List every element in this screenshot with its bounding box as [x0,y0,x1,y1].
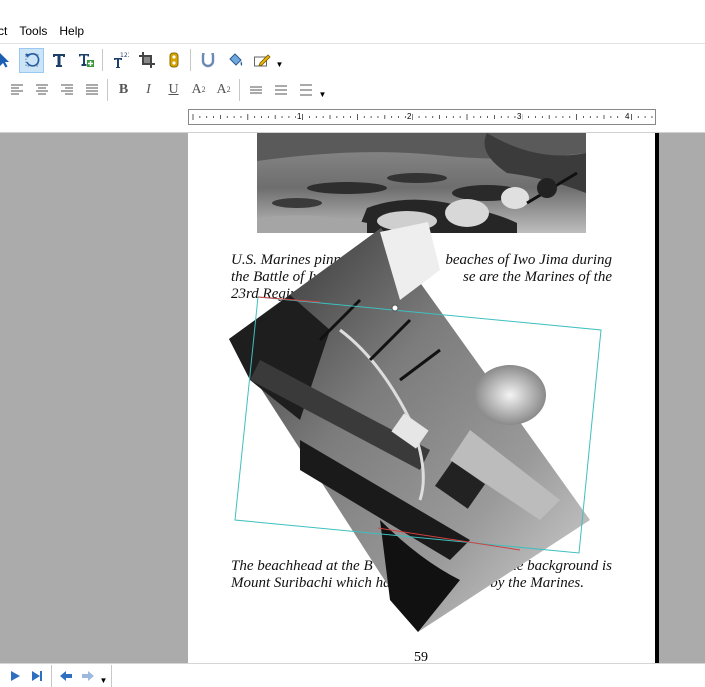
caption-top-line-1-end: beaches of Iwo Jima during [445,252,612,268]
caption-top-line-2-start: the Battle of Iw [231,269,324,285]
caption-bottom-line-1: The beachhead at the B the background is [231,558,612,575]
align-center-button[interactable] [29,79,54,101]
italic-label: I [146,81,151,97]
ruler-ticks [192,114,653,120]
align-left-button[interactable] [4,79,29,101]
page-shadow-edge [655,133,659,663]
line-spacing-double-button[interactable] [293,79,318,101]
rotate-tool-icon [24,53,39,67]
skip-last-icon [32,670,42,681]
toolbar-overflow-dropdown[interactable]: ▼ [275,51,284,69]
link-tool-icon [169,52,178,68]
magnet-tool-button[interactable] [195,48,220,73]
ruler-label-3: 3 [516,111,523,123]
line-spacing-double-icon [299,84,312,95]
format-toolbar: B I U A2 A2 ▼ [0,76,705,103]
underline-label: U [168,81,179,97]
history-back-button[interactable] [55,665,77,687]
justify-button[interactable] [79,79,104,101]
pencil-tool-button[interactable] [249,48,274,73]
menu-item-select[interactable]: ct [0,19,13,43]
toolbar-separator [102,49,103,71]
align-center-icon [35,84,48,94]
subscript-mark: 2 [226,85,231,94]
bold-label: B [118,81,129,97]
bold-button[interactable]: B [111,79,136,101]
caption-bottom[interactable]: The beachhead at the B the background is… [231,558,612,592]
status-bar: ▼ [0,663,705,687]
subscript-label: A [216,81,227,97]
caption-top-line-2: the Battle of Iw se are the Marines of t… [231,269,612,286]
toolbar-separator [107,78,108,101]
arrow-right-icon [82,670,94,681]
ruler-label-4: 4 [624,111,631,123]
caption-top-line-1: U.S. Marines pinned beaches of Iwo Jima … [231,252,612,269]
pencil-tool-icon [253,54,271,67]
play-next-icon [11,670,20,681]
caption-top[interactable]: U.S. Marines pinned beaches of Iwo Jima … [231,252,612,303]
caption-bottom-line-1-end: the background is [505,558,612,574]
line-spacing-medium-button[interactable] [268,79,293,101]
history-forward-button[interactable] [77,665,99,687]
superscript-mark: 2 [201,85,206,94]
line-spacing-single-icon [249,86,262,93]
ruler-label-2: 2 [406,111,413,123]
statusbar-separator [51,664,52,687]
caption-top-line-1-start: U.S. Marines pinned [231,252,356,268]
caption-bottom-line-1-start: The beachhead at the B [231,558,373,574]
underline-button[interactable]: U [161,79,186,101]
horizontal-ruler[interactable]: 1 2 3 4 [188,109,656,125]
format-overflow-dropdown[interactable]: ▼ [318,81,327,99]
line-spacing-medium-icon [274,85,287,94]
crop-tool-icon [138,52,155,68]
toolbar-separator [190,49,191,71]
insert-text-box-button[interactable] [73,48,98,73]
select-pointer-button[interactable] [0,48,17,73]
subscript-button[interactable]: A2 [211,79,236,101]
text-tool-icon [52,54,65,67]
rotate-tool-button[interactable] [19,47,44,73]
justify-icon [85,84,98,94]
align-right-button[interactable] [54,79,79,101]
title-bar [0,0,705,19]
ruler-label-1: 1 [296,111,303,123]
menu-item-help[interactable]: Help [53,19,90,43]
next-page-button[interactable] [4,665,26,687]
link-tool-button[interactable] [161,48,186,73]
superscript-label: A [191,81,202,97]
ruler-band: 1 2 3 4 [0,103,705,133]
align-right-icon [60,84,73,94]
align-left-icon [10,84,23,94]
photo-marines-image [257,133,586,233]
magnet-tool-icon [201,53,214,68]
italic-button[interactable]: I [136,79,161,101]
main-toolbar: 123 ▼ [0,43,705,76]
caption-top-line-2-end: se are the Marines of the [463,269,612,285]
fill-bucket-icon [228,53,242,66]
caption-bottom-line-2-end: by the Marines. [490,575,584,591]
toolbar-separator [239,78,240,101]
svg-text:123: 123 [120,52,129,59]
superscript-tool-button[interactable]: 123 [107,48,132,73]
select-pointer-icon [0,53,9,68]
superscript-button[interactable]: A2 [186,79,211,101]
arrow-left-icon [60,670,72,681]
crop-tool-button[interactable] [134,48,159,73]
menu-item-tools[interactable]: Tools [13,19,53,43]
caption-bottom-line-2-start: Mount Suribachi which ha [231,575,391,591]
text-tool-button[interactable] [46,48,71,73]
statusbar-separator [111,664,112,687]
menu-bar: ct Tools Help [0,19,705,43]
superscript-tool-icon: 123 [113,52,129,68]
caption-top-line-3: 23rd Regim [231,286,301,302]
last-page-button[interactable] [26,665,48,687]
history-dropdown[interactable]: ▼ [99,667,108,685]
fill-bucket-button[interactable] [222,48,247,73]
photo-marines-on-beach[interactable] [257,133,586,233]
line-spacing-single-button[interactable] [243,79,268,101]
caption-bottom-line-2: Mount Suribachi which ha by the Marines. [231,575,612,592]
insert-text-box-icon [78,54,94,67]
